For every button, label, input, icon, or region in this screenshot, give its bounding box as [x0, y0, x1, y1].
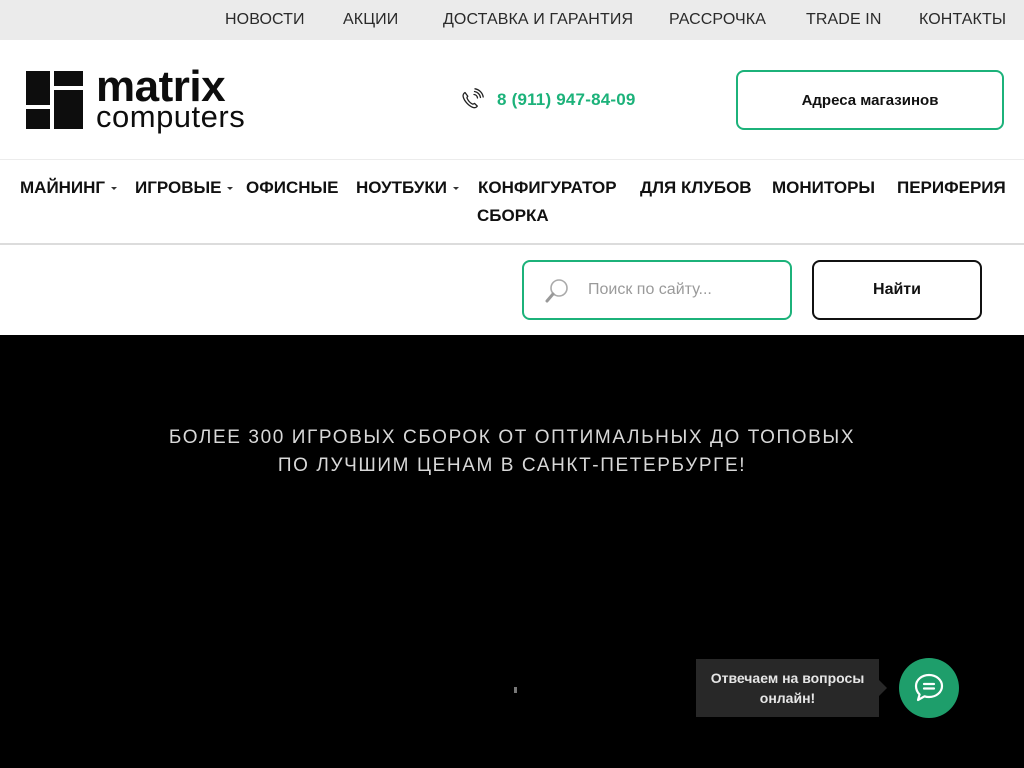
nav-item-mining[interactable]: МАЙНИНГ	[20, 178, 118, 198]
chevron-down-icon	[227, 186, 234, 190]
nav-item-label: ПЕРИФЕРИЯ	[897, 178, 1006, 197]
nav-item-label: ДЛЯ КЛУБОВ	[640, 178, 752, 197]
nav-item-label: НОУТБУКИ	[356, 178, 448, 197]
phone-icon	[462, 88, 484, 109]
topbar-link-news[interactable]: НОВОСТИ	[225, 11, 305, 29]
nav-item-label: МОНИТОРЫ	[772, 178, 876, 197]
topbar-link-delivery[interactable]: ДОСТАВКА И ГАРАНТИЯ	[443, 11, 633, 29]
nav-item-label: МАЙНИНГ	[20, 178, 106, 197]
chevron-down-icon	[111, 186, 118, 190]
phone-contact[interactable]: 8 (911) 947-84-09	[460, 88, 636, 112]
logo-mark	[26, 109, 50, 129]
nav-item-for-clubs[interactable]: ДЛЯ КЛУБОВ	[640, 178, 752, 198]
chevron-down-icon	[453, 186, 460, 190]
phone-number[interactable]: 8 (911) 947-84-09	[497, 90, 636, 110]
nav-item-monitors[interactable]: МОНИТОРЫ	[772, 178, 875, 198]
store-addresses-button[interactable]: Адреса магазинов	[736, 70, 1004, 130]
chat-bubble-icon	[914, 673, 944, 702]
logo-text-computers: computers	[96, 99, 246, 134]
top-bar: НОВОСТИ АКЦИИ ДОСТАВКА И ГАРАНТИЯ РАССРО…	[0, 0, 1024, 40]
loading-indicator	[514, 687, 517, 693]
logo[interactable]: matrix computers	[26, 65, 266, 135]
search-submit-button[interactable]: Найти	[812, 260, 982, 320]
nav-item-office[interactable]: ОФИСНЫЕ	[246, 178, 339, 198]
nav-item-laptops[interactable]: НОУТБУКИ	[356, 178, 460, 198]
topbar-link-promotions[interactable]: АКЦИИ	[343, 11, 398, 29]
hero-headline-line-2: ПО ЛУЧШИМ ЦЕНАМ В САНКТ-ПЕТЕРБУРГЕ!	[277, 455, 747, 476]
main-nav: МАЙНИНГ ИГРОВЫЕ ОФИСНЫЕ НОУТБУКИ КОНФИГУ…	[0, 160, 1024, 245]
nav-item-label: ОФИСНЫЕ	[246, 178, 339, 197]
search-input[interactable]	[588, 276, 778, 304]
chat-button[interactable]	[899, 658, 959, 718]
nav-item-gaming[interactable]: ИГРОВЫЕ	[135, 178, 234, 198]
topbar-link-installments[interactable]: РАССРОЧКА	[669, 11, 766, 29]
nav-item-peripherals[interactable]: ПЕРИФЕРИЯ	[897, 178, 1006, 198]
search-row: Найти	[0, 245, 1024, 335]
topbar-link-contacts[interactable]: КОНТАКТЫ	[919, 11, 1006, 29]
nav-item-label: ИГРОВЫЕ	[135, 178, 222, 197]
chat-tooltip: Отвечаем на вопросы онлайн!	[696, 659, 887, 717]
topbar-link-trade-in[interactable]: TRADE IN	[806, 11, 881, 29]
nav-item-configurator[interactable]: КОНФИГУРАТОР	[478, 178, 617, 198]
hero-headline-line-1: БОЛЕЕ 300 ИГРОВЫХ СБОРОК ОТ ОПТИМАЛЬНЫХ …	[168, 427, 856, 448]
logo-mark	[54, 90, 83, 129]
nav-item-assembly[interactable]: СБОРКА	[477, 206, 549, 226]
logo-mark	[54, 71, 83, 86]
search-icon	[545, 279, 568, 303]
nav-item-label: СБОРКА	[477, 206, 549, 225]
logo-mark	[26, 71, 50, 105]
search-box[interactable]	[522, 260, 792, 320]
header: matrix computers 8 (911) 947-84-09 Адрес…	[0, 40, 1024, 160]
nav-item-label: КОНФИГУРАТОР	[478, 178, 617, 197]
